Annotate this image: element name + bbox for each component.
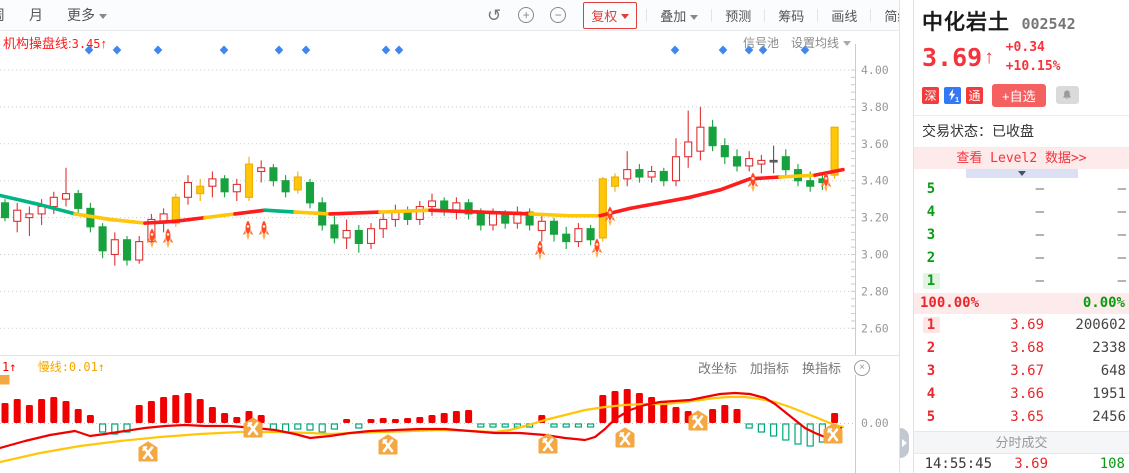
orderbook-expand-handle[interactable]	[965, 168, 1078, 178]
change-coord-button[interactable]: 改坐标	[698, 358, 737, 377]
svg-text:4.00: 4.00	[861, 63, 889, 77]
tool-signal-icon	[823, 423, 843, 444]
svg-text:3.60: 3.60	[861, 137, 889, 151]
chevron-down-icon	[621, 13, 630, 23]
tool-signal-icon	[615, 427, 635, 448]
svg-text:3.00: 3.00	[861, 248, 889, 262]
zoom-in-icon[interactable]: +	[518, 7, 535, 23]
tong-badge: 通	[966, 86, 983, 104]
chevron-down-icon	[690, 14, 699, 24]
svg-text:3.20: 3.20	[861, 211, 889, 225]
buy-ratio: 100.00%	[920, 295, 980, 312]
tool-signal-icon	[138, 441, 158, 462]
svg-text:0.00: 0.00	[861, 416, 889, 430]
change-percent: +10.15%	[1005, 58, 1061, 74]
signal-pool-button[interactable]: 信号池	[743, 34, 779, 51]
svg-text:2.80: 2.80	[861, 284, 889, 298]
chevron-down-icon	[843, 41, 852, 50]
price-change: +0.34 +10.15%	[1006, 39, 1061, 77]
chips-button[interactable]: 筹码	[765, 6, 817, 25]
main-candlestick-chart[interactable]: 4.00 3.80 3.60 3.40 3.20 3.00 2.80 2.60	[0, 44, 899, 355]
chart-header-right: 信号池 设置均线	[743, 34, 852, 51]
stock-chart-app: 周 月 更多 ↺ + − 复权 叠加 预测 筹码 画线 简约 隐藏>>	[0, 0, 1129, 473]
alert-bell-button[interactable]	[1055, 86, 1079, 105]
rocket-signal-icon	[242, 220, 254, 241]
quote-panel: 中化岩土 002542 3.69 ↑ +0.34 +10.15% 深 1 通 +…	[914, 0, 1129, 473]
tool-signal-icon	[378, 434, 398, 455]
chart-toolbar: 周 月 更多 ↺ + − 复权 叠加 预测 筹码 画线 简约 隐藏>>	[0, 0, 1004, 31]
svg-text:2.60: 2.60	[861, 321, 889, 335]
draw-line-button[interactable]: 画线	[818, 6, 870, 25]
undo-icon[interactable]: ↺	[478, 7, 510, 24]
close-icon[interactable]: ×	[854, 359, 871, 376]
tab-week[interactable]: 周	[0, 5, 5, 25]
tick-trades-header: 分时成交	[914, 430, 1129, 454]
level2-link[interactable]: 查看 Level2 数据>>	[914, 147, 1129, 169]
buy-sell-ratio-bar: 100.00% 0.00%	[914, 292, 1129, 314]
tool-signal-icon	[688, 410, 708, 431]
lightning-badge: 1	[944, 86, 961, 104]
tick-trades-list: 14:55:453.69108:483.6918:513.6950	[914, 454, 1129, 473]
trade-status: 交易状态：已收盘	[914, 116, 1129, 148]
ask-row[interactable]: 3— —	[914, 224, 1129, 247]
bid-row[interactable]: 5 3.65 2456	[914, 406, 1129, 429]
stock-name: 中化岩土	[922, 11, 1010, 34]
bell-icon	[1063, 90, 1071, 99]
last-price: 3.69	[922, 43, 983, 73]
period-tabs: 周 月 更多	[0, 0, 107, 30]
ask-levels: 5— —4— —3— —2— —1— —	[914, 178, 1129, 293]
fuquan-button[interactable]: 复权	[583, 1, 638, 29]
add-indicator-button[interactable]: 加指标	[750, 358, 789, 377]
more-menu[interactable]: 更多	[67, 5, 107, 25]
stock-code: 002542	[1021, 15, 1076, 33]
bid-row[interactable]: 3 3.67 648	[914, 360, 1129, 383]
bid-row[interactable]: 4 3.66 1951	[914, 383, 1129, 406]
chevron-down-icon	[99, 14, 107, 23]
ask-row[interactable]: 5— —	[914, 178, 1129, 201]
switch-indicator-button[interactable]: 换指标	[802, 358, 841, 377]
rocket-signal-icon	[591, 238, 603, 259]
tab-month[interactable]: 月	[29, 5, 43, 25]
bid-levels: 1 3.69 200602 2 3.68 2338 3 3.67 648 4 3.66 1951 5 3.…	[914, 314, 1129, 429]
ask-row[interactable]: 1— —	[914, 270, 1129, 293]
change-amount: +0.34	[1005, 40, 1045, 55]
tool-signal-icon	[538, 433, 558, 454]
add-watchlist-button[interactable]: +自选	[992, 83, 1046, 107]
up-arrow-icon: ↑	[984, 46, 994, 68]
collapse-panel-handle[interactable]	[900, 428, 909, 458]
rocket-signal-icon	[258, 220, 270, 241]
panel-separator	[0, 355, 899, 356]
sell-ratio: 0.00%	[1082, 295, 1125, 312]
ask-row[interactable]: 4— —	[914, 201, 1129, 224]
panel-divider	[899, 0, 914, 473]
predict-button[interactable]: 预测	[712, 6, 764, 25]
bid-row[interactable]: 1 3.69 200602	[914, 314, 1129, 337]
sub-indicator-actions: 改坐标 加指标 换指标 ×	[698, 358, 871, 377]
tool-signal-icon	[243, 417, 263, 438]
rocket-signal-icon	[534, 240, 546, 261]
svg-text:3.40: 3.40	[861, 174, 889, 188]
tick-trade-row[interactable]: 14:55:45 3.69 108	[914, 454, 1129, 473]
ma-settings-button[interactable]: 设置均线	[791, 34, 852, 51]
sub-indicator-chart[interactable]: 0.00	[0, 375, 899, 473]
rocket-signal-icon	[162, 228, 174, 249]
sub-indicator-label: 1↑ 慢线:0.01↑	[2, 360, 106, 374]
shenzhen-badge: 深	[922, 86, 939, 104]
main-indicator-label: 机构操盘线:3.45↑	[3, 36, 108, 51]
svg-text:3.80: 3.80	[861, 100, 889, 114]
zoom-out-icon[interactable]: −	[550, 7, 567, 23]
rocket-signal-icon	[747, 172, 759, 193]
ask-row[interactable]: 2— —	[914, 247, 1129, 270]
overlay-button[interactable]: 叠加	[647, 6, 711, 25]
bid-row[interactable]: 2 3.68 2338	[914, 337, 1129, 360]
